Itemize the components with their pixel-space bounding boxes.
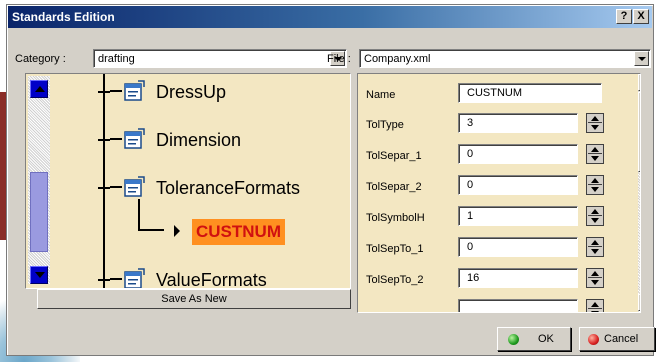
close-button[interactable]: X [633, 9, 649, 24]
spinner-icon[interactable] [586, 144, 604, 164]
tree-connector-line [110, 278, 122, 280]
file-value: Company.xml [364, 53, 431, 65]
property-row-tolsepto2: TolSepTo_2 16 [358, 265, 634, 295]
green-dot-icon [508, 334, 519, 345]
scroll-thumb[interactable] [638, 92, 640, 172]
category-value: drafting [98, 53, 135, 65]
properties-panel: Name CUSTNUM TolType 3 TolSepar_1 0 TolS… [357, 73, 641, 313]
red-dot-icon [588, 334, 599, 345]
spinner-icon[interactable] [586, 299, 604, 312]
scroll-thumb[interactable] [30, 172, 48, 252]
property-value: 3 [467, 117, 474, 129]
expand-plus-icon[interactable] [98, 134, 110, 146]
tree-connector-line [110, 186, 122, 188]
expand-plus-icon[interactable] [98, 86, 110, 98]
chevron-down-icon[interactable] [634, 51, 649, 66]
partial-field[interactable] [458, 299, 578, 312]
tree-item-toleranceformats[interactable]: ToleranceFormats [98, 174, 348, 204]
tolsymbolh-field[interactable]: 1 [458, 206, 578, 226]
tolsepar1-field[interactable]: 0 [458, 144, 578, 164]
tree-item-label: ToleranceFormats [156, 178, 301, 198]
document-tree-icon [124, 176, 145, 197]
property-row-toltype: TolType 3 [358, 110, 634, 140]
expand-plus-icon[interactable] [98, 274, 110, 286]
properties-scrollbar[interactable] [638, 74, 640, 312]
property-label: TolSepTo_1 [366, 243, 424, 255]
property-row-tolsepar2: TolSepar_2 0 [358, 172, 634, 202]
document-tree-icon [124, 268, 145, 288]
file-label: File : [327, 53, 351, 65]
property-value: 0 [467, 241, 474, 253]
tolsepto1-field[interactable]: 0 [458, 237, 578, 257]
document-tree-icon [124, 80, 145, 101]
tree-item-dimension[interactable]: Dimension [98, 126, 348, 156]
property-row-tolsepar1: TolSepar_1 0 [358, 141, 634, 171]
tree-connector-line [110, 90, 122, 92]
spinner-icon[interactable] [586, 206, 604, 226]
property-row-tolsepto1: TolSepTo_1 0 [358, 234, 634, 264]
scroll-down-arrow-icon[interactable] [30, 266, 48, 284]
collapse-minus-icon[interactable] [98, 182, 110, 194]
property-label: Name [366, 89, 396, 101]
standards-tree[interactable]: DressUp Dimension ToleranceFormats CUSTN… [25, 73, 351, 289]
tree-item-label: ValueFormats [156, 270, 267, 289]
tree-scrollbar[interactable] [28, 76, 50, 284]
tree-item-custnum[interactable]: CUSTNUM [192, 219, 285, 245]
help-button[interactable]: ? [616, 9, 632, 24]
property-label: TolSepTo_2 [366, 274, 424, 286]
title-bar[interactable]: Standards Edition ? X [8, 6, 652, 28]
tree-item-label: DressUp [156, 82, 227, 102]
name-field[interactable]: CUSTNUM [458, 83, 602, 103]
property-label: TolSepar_1 [366, 150, 422, 162]
scroll-up-arrow-icon[interactable] [30, 80, 48, 98]
scroll-down-arrow-icon[interactable] [638, 294, 640, 311]
tree-item-label: Dimension [156, 130, 242, 150]
property-label: TolSepar_2 [366, 181, 422, 193]
category-label: Category : [15, 53, 66, 65]
property-value: 0 [467, 148, 474, 160]
property-label: TolType [366, 119, 404, 131]
property-row-partial [358, 296, 634, 312]
property-value: 1 [467, 210, 474, 222]
tolsepar2-field[interactable]: 0 [458, 175, 578, 195]
spinner-icon[interactable] [586, 268, 604, 288]
ok-label: OK [538, 333, 554, 345]
tree-item-dressup[interactable]: DressUp [98, 78, 348, 108]
cancel-button[interactable]: Cancel [579, 327, 655, 351]
property-label: TolSymbolH [366, 212, 425, 224]
ok-button[interactable]: OK [497, 327, 571, 351]
tolsepto2-field[interactable]: 16 [458, 268, 578, 288]
window-title: Standards Edition [12, 10, 115, 24]
spinner-icon[interactable] [586, 113, 604, 133]
document-tree-icon [124, 128, 145, 149]
tree-connector-line [138, 229, 164, 231]
category-dropdown[interactable]: drafting [93, 49, 347, 68]
selection-arrow-icon [174, 225, 180, 237]
spinner-icon[interactable] [586, 237, 604, 257]
property-row-name: Name CUSTNUM [358, 80, 634, 110]
cancel-label: Cancel [604, 333, 639, 345]
toltype-field[interactable]: 3 [458, 113, 578, 133]
tree-connector-line [110, 138, 122, 140]
property-value: CUSTNUM [467, 87, 522, 99]
property-row-tolsymbolh: TolSymbolH 1 [358, 203, 634, 233]
scroll-up-arrow-icon[interactable] [638, 74, 640, 91]
standards-dialog: Standards Edition ? X Category : draftin… [6, 4, 655, 356]
tree-item-valueformats[interactable]: ValueFormats [98, 266, 348, 289]
spinner-icon[interactable] [586, 175, 604, 195]
file-dropdown[interactable]: Company.xml [359, 49, 651, 68]
property-value: 0 [467, 179, 474, 191]
save-as-new-button[interactable]: Save As New [37, 289, 351, 309]
property-value: 16 [467, 272, 480, 284]
